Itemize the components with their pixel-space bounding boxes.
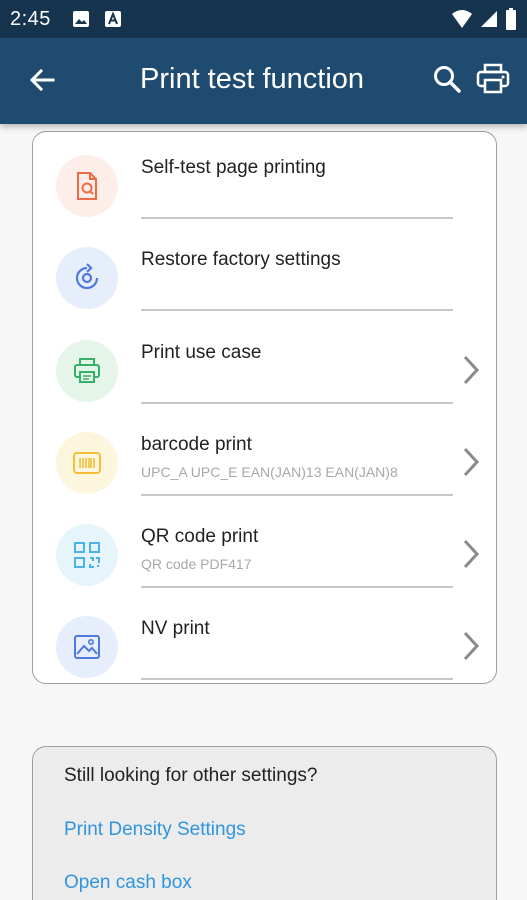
wifi-icon <box>451 9 473 34</box>
menu-item-restore-factory[interactable]: Restore factory settings <box>33 235 498 327</box>
qr-code-icon <box>56 524 118 586</box>
chevron-right-icon <box>457 350 485 390</box>
printer-icon <box>476 63 510 100</box>
divider <box>141 217 453 219</box>
menu-item-title: barcode print <box>141 434 252 455</box>
image-notification-icon <box>72 10 90 33</box>
menu-item-print-use-case[interactable]: Print use case <box>33 328 498 420</box>
page-title: Print test function <box>140 63 365 95</box>
status-time: 2:45 <box>10 8 51 30</box>
chevron-right-icon <box>457 534 485 574</box>
image-icon <box>56 616 118 678</box>
chevron-right-icon <box>457 626 485 666</box>
search-icon <box>432 64 462 99</box>
divider <box>141 586 453 588</box>
menu-item-title: Print use case <box>141 342 262 363</box>
status-bar: 2:45 <box>0 0 527 38</box>
cell-signal-icon <box>479 9 499 34</box>
barcode-icon <box>56 432 118 494</box>
divider <box>141 678 453 680</box>
document-search-icon <box>56 155 118 217</box>
open-cash-box-link[interactable]: Open cash box <box>64 872 192 894</box>
divider <box>141 309 453 311</box>
print-options-card: Self-test page printing Restore factory … <box>32 131 497 684</box>
chevron-right-icon <box>457 442 485 482</box>
menu-item-title: NV print <box>141 618 210 639</box>
printer-icon <box>56 340 118 402</box>
print-density-settings-link[interactable]: Print Density Settings <box>64 819 246 841</box>
menu-item-subtitle: QR code PDF417 <box>141 556 252 572</box>
other-settings-card: Still looking for other settings? Print … <box>32 746 497 900</box>
search-button[interactable] <box>428 62 466 100</box>
menu-item-title: Restore factory settings <box>141 249 341 270</box>
menu-item-barcode-print[interactable]: barcode print UPC_A UPC_E EAN(JAN)13 EAN… <box>33 420 498 512</box>
back-button[interactable] <box>22 62 62 102</box>
divider <box>141 494 453 496</box>
other-settings-heading: Still looking for other settings? <box>64 765 318 786</box>
app-bar: Print test function <box>0 38 527 124</box>
restore-icon <box>56 247 118 309</box>
printer-button[interactable] <box>472 60 514 102</box>
menu-item-title: Self-test page printing <box>141 157 326 178</box>
a-notification-icon <box>104 10 122 33</box>
menu-item-nv-print[interactable]: NV print <box>33 604 498 696</box>
menu-item-title: QR code print <box>141 526 259 547</box>
arrow-left-icon <box>28 66 56 99</box>
menu-item-self-test[interactable]: Self-test page printing <box>33 143 498 235</box>
menu-item-subtitle: UPC_A UPC_E EAN(JAN)13 EAN(JAN)8 <box>141 464 398 480</box>
menu-item-qr-code-print[interactable]: QR code print QR code PDF417 <box>33 512 498 604</box>
battery-icon <box>505 8 517 35</box>
divider <box>141 402 453 404</box>
